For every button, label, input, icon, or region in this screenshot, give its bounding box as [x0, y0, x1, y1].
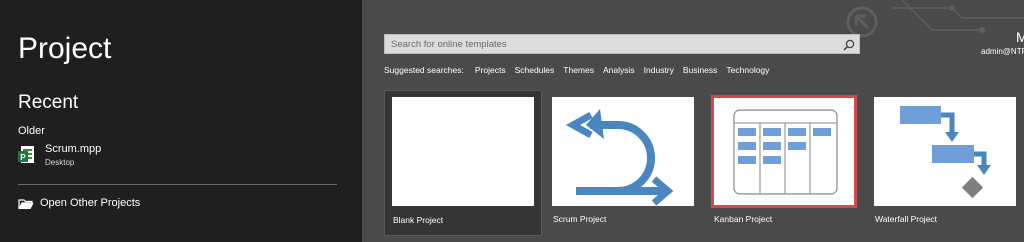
app-title: Project	[18, 32, 112, 65]
account-email: admin@NTP	[981, 47, 1024, 56]
folder-open-icon	[18, 198, 34, 216]
search-icon[interactable]	[843, 38, 855, 56]
recent-file-item[interactable]: P Scrum.mpp Desktop	[18, 143, 338, 173]
older-group-label: Older	[18, 125, 45, 137]
recent-heading: Recent	[18, 92, 79, 113]
open-other-projects-label: Open Other Projects	[40, 197, 141, 209]
template-search-box	[384, 34, 860, 54]
suggested-searches-label: Suggested searches:	[384, 65, 464, 75]
account-name[interactable]: M	[1016, 29, 1024, 45]
suggested-search-link[interactable]: Schedules	[515, 65, 555, 77]
template-label: Blank Project	[393, 215, 444, 225]
backstage-sidebar: Project Recent Older P Scrum.mpp Desktop…	[0, 0, 362, 242]
recent-file-location: Desktop	[45, 158, 75, 167]
template-tile-kanban[interactable]: Kanban Project	[706, 90, 864, 236]
suggested-search-link[interactable]: Projects	[475, 65, 506, 77]
recent-file-name: Scrum.mpp	[45, 143, 102, 155]
waterfall-thumbnail	[874, 97, 1016, 206]
svg-text:P: P	[20, 153, 26, 162]
waterfall-diagram-icon	[874, 106, 1016, 210]
template-label: Scrum Project	[553, 214, 607, 224]
suggested-search-link[interactable]: Themes	[563, 65, 594, 77]
open-other-projects-button[interactable]: Open Other Projects	[18, 196, 218, 214]
template-tile-scrum[interactable]: Scrum Project	[545, 90, 703, 236]
template-tile-waterfall[interactable]: Waterfall Project	[867, 90, 1024, 236]
template-tile-blank[interactable]: Blank Project	[384, 90, 542, 236]
project-file-icon: P	[18, 146, 34, 171]
suggested-search-link[interactable]: Technology	[726, 65, 769, 77]
template-search-input[interactable]	[385, 35, 837, 53]
kanban-board-icon	[714, 98, 854, 210]
suggested-search-link[interactable]: Business	[683, 65, 718, 77]
template-label: Waterfall Project	[875, 214, 938, 224]
scrum-thumbnail	[552, 97, 694, 206]
sidebar-divider	[18, 184, 337, 185]
kanban-thumbnail	[711, 95, 857, 208]
suggested-search-link[interactable]: Industry	[644, 65, 674, 77]
new-project-pane: Suggested searches: Projects Schedules T…	[362, 0, 1024, 242]
blank-thumbnail	[392, 97, 534, 206]
scrum-cycle-icon	[552, 109, 694, 210]
template-label: Kanban Project	[714, 214, 773, 224]
suggested-search-link[interactable]: Analysis	[603, 65, 635, 77]
suggested-searches: Suggested searches: Projects Schedules T…	[384, 65, 778, 77]
